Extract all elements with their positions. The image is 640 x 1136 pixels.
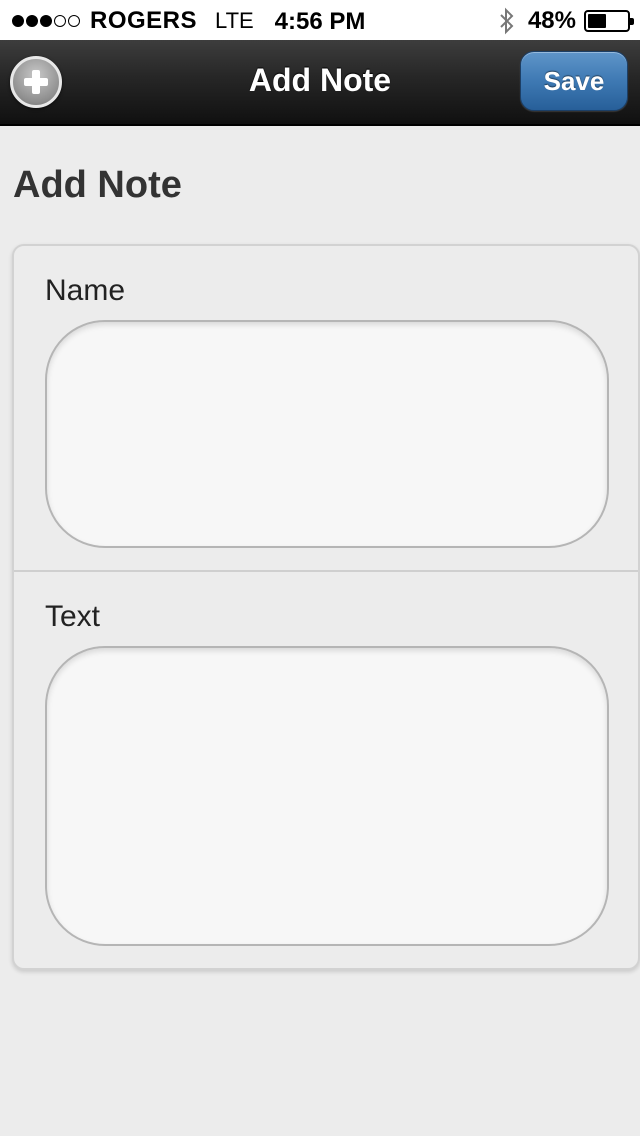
page-title: Add Note	[13, 164, 182, 206]
status-bar: ROGERS LTE 4:56 PM 48%	[0, 0, 640, 40]
name-field-section: Name	[14, 246, 638, 572]
battery-tip	[630, 18, 634, 25]
name-label: Name	[45, 274, 126, 307]
battery-fill	[588, 14, 606, 28]
content-area: Add Note Name Text	[0, 128, 640, 1136]
text-input[interactable]	[45, 646, 609, 946]
name-input[interactable]	[45, 320, 609, 548]
status-right: 48%	[498, 6, 634, 36]
note-form: Name Text	[12, 244, 640, 970]
nav-bar: Add Note Save	[0, 40, 640, 126]
battery-icon	[584, 10, 634, 32]
text-field-section: Text	[14, 574, 638, 968]
text-label: Text	[45, 600, 101, 633]
save-button[interactable]: Save	[520, 51, 628, 111]
bluetooth-icon	[500, 7, 514, 35]
battery-percent: 48%	[527, 7, 576, 34]
